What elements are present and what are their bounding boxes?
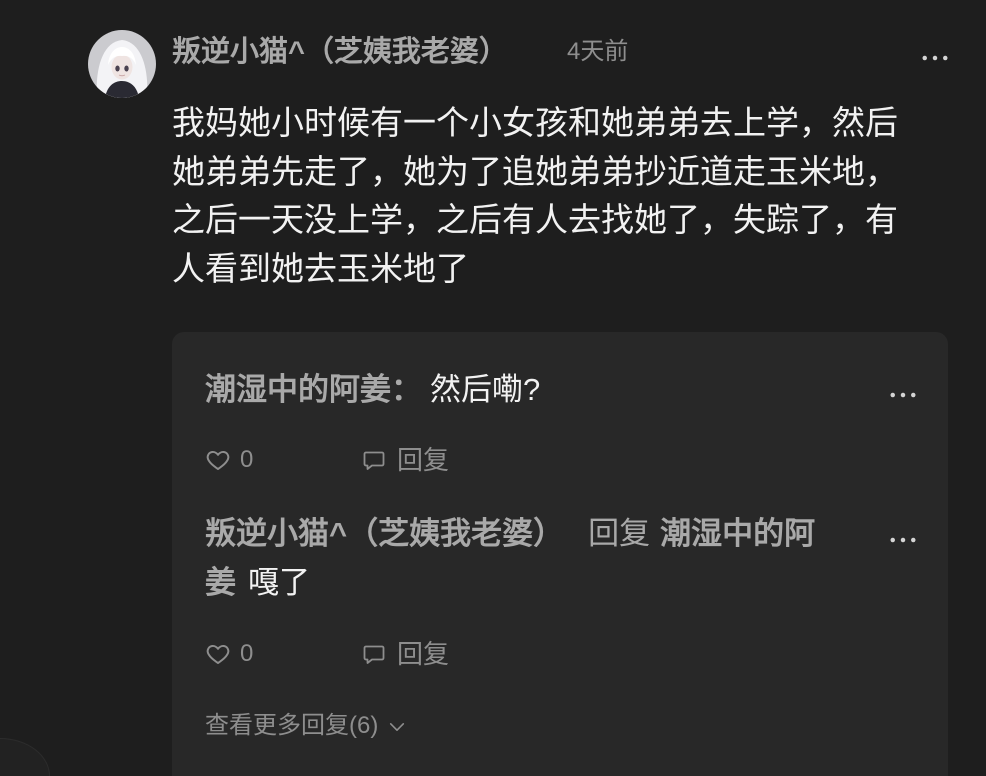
corner-shape [0, 738, 50, 776]
more-icon[interactable] [889, 536, 917, 544]
more-icon[interactable] [921, 54, 949, 62]
reply-item: 潮湿中的阿姜： 然后嘞? [205, 370, 540, 410]
comment-icon[interactable] [362, 642, 386, 666]
reply-author[interactable]: 潮湿中的阿姜 [205, 372, 391, 407]
comment-text-line: 之后一天没上学，之后有人去找她了，失踪了，有 [172, 201, 898, 238]
comment-text-line: 我妈她小时候有一个小女孩和她弟弟去上学，然后 [172, 104, 898, 141]
reply-text: 然后嘞? [430, 372, 541, 407]
comment-text-line: 她弟弟先走了，她为了追她弟弟抄近道走玉米地， [172, 152, 898, 190]
reply-item: 叛逆小猫^（芝姨我老婆） 回复 潮湿中的阿姜 嘎了 [205, 509, 845, 607]
heart-icon[interactable] [205, 641, 231, 667]
like-count: 0 [240, 446, 254, 473]
reply-button[interactable]: 回复 [397, 638, 449, 670]
comment-author[interactable]: 叛逆小猫^（芝姨我老婆） [172, 34, 508, 70]
avatar-image [88, 30, 156, 98]
comment-icon[interactable] [362, 448, 386, 472]
like-count: 0 [240, 640, 254, 667]
view-more-label: 查看更多回复(6) [205, 712, 379, 739]
comment-body: 我妈她小时候有一个小女孩和她弟弟去上学，然后 她弟弟先走了，她为了追她弟弟抄近道… [172, 99, 898, 293]
view-more-replies[interactable]: 查看更多回复(6) [205, 711, 406, 741]
avatar[interactable] [88, 30, 156, 98]
reply-text: 嘎了 [248, 565, 310, 600]
heart-icon[interactable] [205, 447, 231, 473]
comment-timestamp: 4天前 [567, 38, 629, 65]
reply-author[interactable]: 叛逆小猫^（芝姨我老婆） [205, 516, 564, 551]
replies-panel: 潮湿中的阿姜： 然后嘞? 0 回复 叛逆小猫^（芝姨我老婆） 回复 潮湿中的阿姜 嘎了 … [172, 332, 948, 776]
reply-separator: ： [391, 372, 422, 407]
reply-button[interactable]: 回复 [397, 444, 449, 476]
more-icon[interactable] [889, 391, 917, 399]
chevron-down-icon [388, 721, 406, 733]
comment-text-line: 人看到她去玉米地了 [172, 249, 469, 287]
reply-to-label: 回复 [588, 516, 651, 551]
